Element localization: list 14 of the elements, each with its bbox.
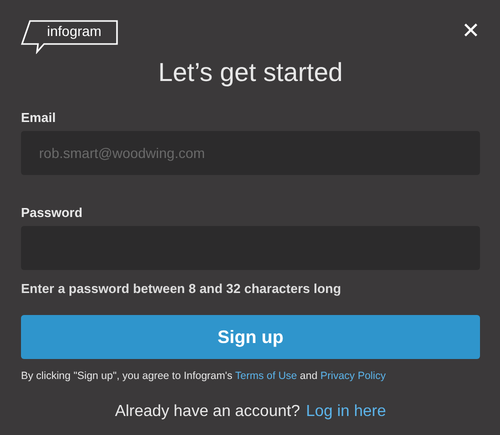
policy-link[interactable]: Privacy Policy	[320, 370, 386, 382]
login-question: Already have an account?	[114, 403, 300, 421]
field-label: Email	[21, 110, 57, 126]
dialog-title: Let’s get started	[157, 56, 344, 88]
email-field[interactable]: rob.smart@woodwing.com	[21, 131, 480, 175]
close-button[interactable]: ✕	[462, 20, 480, 44]
consent-text: By clicking "Sign up", you agree to Infogram's Terms of Use and Privacy Policy	[21, 369, 387, 383]
login-link[interactable]: Log in here	[306, 403, 386, 421]
speech-bubble-icon	[21, 18, 121, 54]
policy-link[interactable]: Terms of Use	[235, 370, 297, 382]
sign-up-button[interactable]: Sign up	[21, 315, 480, 359]
field-label: Password	[21, 205, 84, 221]
logo-text: infogram	[47, 22, 102, 40]
password-hint: Enter a password between 8 and 32 characters long	[21, 281, 342, 297]
